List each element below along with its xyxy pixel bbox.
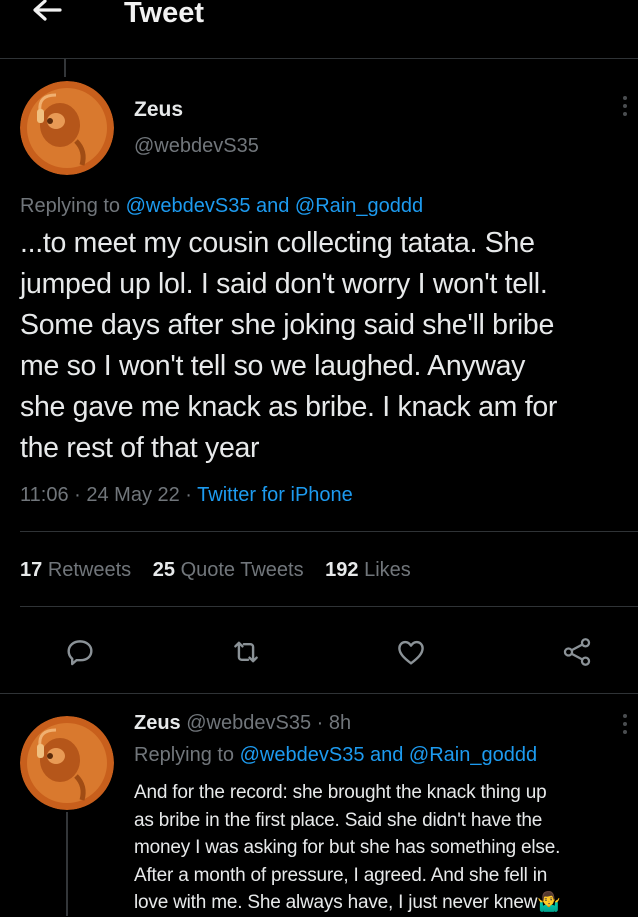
tweet-stats: 17 Retweets 25 Quote Tweets 192 Likes xyxy=(20,559,411,582)
reply-icon xyxy=(67,640,93,666)
reply-text-line: as bribe in the first place. Said she di… xyxy=(134,809,543,831)
reply-text: And for the record: she brought the knac… xyxy=(134,779,638,917)
meta-divider xyxy=(20,531,638,532)
reply-text-line-content: love with me. She always have, I just ne… xyxy=(134,892,538,913)
avatar[interactable] xyxy=(20,716,114,810)
shrug-emoji: 🤷‍♂️ xyxy=(537,892,561,913)
tweet-text-line: jumped up lol. I said don't worry I won'… xyxy=(20,268,548,300)
tweet-text-line: ...to meet my cousin collecting tatata. … xyxy=(20,227,535,259)
share-button[interactable] xyxy=(557,632,597,672)
retweet-icon xyxy=(234,641,258,663)
reply-button[interactable] xyxy=(60,632,100,672)
more-options-icon[interactable] xyxy=(620,96,630,120)
reply-text-line: love with me. She always have, I just ne… xyxy=(134,889,638,917)
replying-prefix: Replying to xyxy=(20,195,126,217)
retweet-button[interactable] xyxy=(226,632,266,672)
tweet-source-link[interactable]: Twitter for iPhone xyxy=(197,484,353,506)
reply-header: Zeus @webdevS35 · 8h xyxy=(134,712,351,735)
stats-divider xyxy=(20,606,638,607)
page-title: Tweet xyxy=(124,0,205,29)
heart-icon xyxy=(398,640,424,665)
tweet-text: ...to meet my cousin collecting tatata. … xyxy=(20,223,638,469)
author-name[interactable]: Zeus xyxy=(134,98,183,122)
retweets-label: Retweets xyxy=(47,559,132,581)
likes-label: Likes xyxy=(364,559,411,581)
thread-connector-bottom xyxy=(66,812,68,916)
actions-divider xyxy=(0,693,638,694)
meta-separator: · xyxy=(179,484,198,506)
share-icon xyxy=(563,638,591,666)
arrow-left-icon[interactable] xyxy=(30,0,66,26)
reply-time: · 8h xyxy=(311,712,352,734)
like-button[interactable] xyxy=(391,632,431,672)
reply-replying-to: Replying to @webdevS35 and @Rain_goddd xyxy=(134,744,537,767)
replying-users-link[interactable]: @webdevS35 and @Rain_goddd xyxy=(126,195,423,217)
tweet-text-line: she gave me knack as bribe. I knack am f… xyxy=(20,391,558,423)
likes-count: 192 xyxy=(325,559,359,581)
tweet-time: 11:06 xyxy=(20,484,69,506)
tweet-text-line: me so I won't tell so we laughed. Anyway xyxy=(20,350,526,382)
reply-author-name[interactable]: Zeus xyxy=(134,712,181,734)
retweets-stat[interactable]: 17 Retweets xyxy=(20,559,131,581)
replying-to: Replying to @webdevS35 and @Rain_goddd xyxy=(20,195,423,218)
tweet-text-line: Some days after she joking said she'll b… xyxy=(20,309,555,341)
thread-connector-top xyxy=(64,59,66,77)
replying-users-link[interactable]: @webdevS35 and @Rain_goddd xyxy=(240,744,537,766)
author-handle[interactable]: @webdevS35 xyxy=(134,135,259,158)
quote-tweets-label: Quote Tweets xyxy=(180,559,304,581)
header-divider xyxy=(0,58,638,59)
reply-text-line: After a month of pressure, I agreed. And… xyxy=(134,864,548,886)
avatar[interactable] xyxy=(20,81,114,175)
quote-tweets-count: 25 xyxy=(152,559,175,581)
quote-tweets-stat[interactable]: 25 Quote Tweets xyxy=(153,559,304,581)
retweets-count: 17 xyxy=(20,559,43,581)
likes-stat[interactable]: 192 Likes xyxy=(325,559,411,581)
tweet-date: 24 May 22 xyxy=(86,484,180,506)
reply-text-line: And for the record: she brought the knac… xyxy=(134,782,547,803)
meta-separator: · xyxy=(68,484,87,506)
replying-prefix: Replying to xyxy=(134,744,240,766)
reply-text-line: money I was asking for but she has somet… xyxy=(134,837,561,858)
more-options-icon[interactable] xyxy=(620,714,630,738)
tweet-text-line: the rest of that year xyxy=(20,432,260,464)
tweet-meta: 11:06 · 24 May 22 · Twitter for iPhone xyxy=(20,484,353,507)
reply-author-handle[interactable]: @webdevS35 xyxy=(186,712,311,734)
top-bar: Tweet xyxy=(0,0,638,58)
